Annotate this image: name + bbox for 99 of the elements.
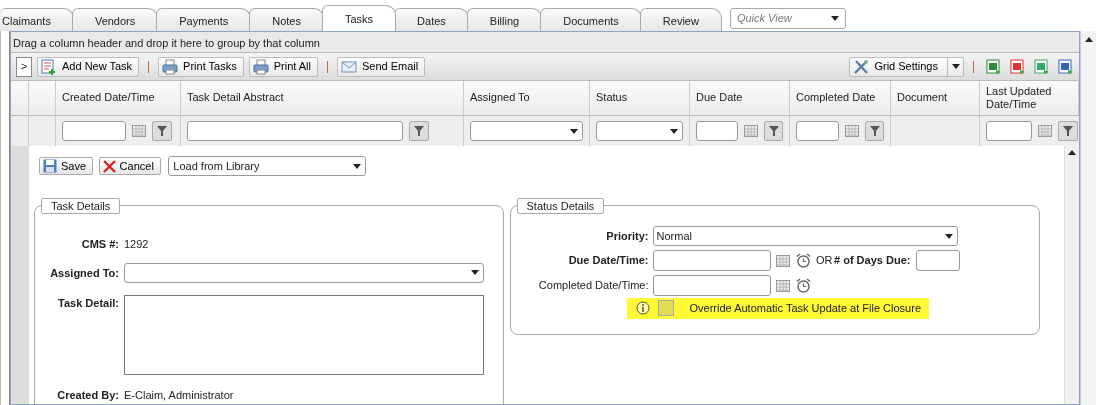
pdf-export-icon[interactable] xyxy=(1010,58,1026,75)
tab[interactable]: Notes xyxy=(249,8,324,31)
field-label: Task Detail: xyxy=(57,295,119,311)
column-header[interactable]: Last Updated Date/Time xyxy=(980,81,1079,116)
tab[interactable]: Payments xyxy=(156,8,252,31)
header-cell xyxy=(11,81,29,116)
caret-icon xyxy=(570,128,578,134)
column-header[interactable]: Created Date/Time xyxy=(56,81,181,116)
tab[interactable]: Tasks xyxy=(321,5,397,31)
caret-icon xyxy=(670,128,678,134)
field-label: Created By: xyxy=(56,387,119,403)
close-icon xyxy=(102,159,116,173)
alarm-clock-icon[interactable] xyxy=(795,253,811,268)
expand-button[interactable]: > xyxy=(16,56,32,77)
field-value: 1292 xyxy=(124,237,150,252)
scroll-up-arrow-icon[interactable] xyxy=(1084,37,1093,42)
toolbar-button[interactable]: Add New Task xyxy=(37,56,140,77)
printer-icon xyxy=(162,58,179,75)
column-header[interactable]: Assigned To xyxy=(464,81,590,116)
scrollbar[interactable] xyxy=(1064,146,1079,404)
caret-icon xyxy=(944,233,953,239)
toolbar-button[interactable]: Print All xyxy=(248,56,318,77)
library-dropdown[interactable]: Load from Library xyxy=(168,156,367,176)
cancel-button[interactable]: Cancel xyxy=(98,157,161,175)
filter-icon xyxy=(869,126,880,136)
save-button[interactable]: Save xyxy=(39,157,94,175)
tab[interactable]: Vendors xyxy=(71,8,159,31)
calendar-icon[interactable] xyxy=(132,125,146,137)
section-legend: Status Details xyxy=(516,198,605,214)
filter-button[interactable] xyxy=(152,121,172,141)
scroll-up-arrow-icon[interactable] xyxy=(1068,150,1076,155)
column-header[interactable]: Task Detail Abstract xyxy=(181,81,464,116)
checkbox-label: Override Automatic Task Update at File Closure xyxy=(689,301,921,316)
group-panel-hint: Drag a column header and drop it here to group by that column xyxy=(11,32,1079,53)
caret-icon xyxy=(353,163,362,169)
filter-button[interactable] xyxy=(409,121,429,141)
calendar-icon[interactable] xyxy=(845,125,860,137)
field-label: Due Date/Time: xyxy=(567,253,649,269)
calendar-icon[interactable] xyxy=(776,279,790,292)
filter-icon xyxy=(1063,126,1073,136)
filter-button[interactable] xyxy=(764,121,783,141)
caret-icon xyxy=(951,64,960,69)
field-value: E-Claim, Administrator xyxy=(124,387,235,403)
toolbar-button[interactable]: Print Tasks xyxy=(158,56,244,77)
filter-icon xyxy=(414,126,424,136)
word-export-icon[interactable] xyxy=(1058,58,1074,75)
tab[interactable]: Dates xyxy=(394,8,469,31)
assigned-to-dropdown[interactable] xyxy=(124,262,484,283)
filter-text-field[interactable] xyxy=(187,121,403,141)
grid-settings-button[interactable]: Grid Settings xyxy=(849,56,964,77)
section-legend: Task Details xyxy=(41,198,121,214)
tab[interactable]: Claimants xyxy=(0,8,74,31)
priority-dropdown[interactable]: Normal xyxy=(652,226,958,246)
days-due-field[interactable] xyxy=(915,250,960,271)
filter-button[interactable] xyxy=(865,121,884,141)
column-header[interactable]: Completed Date xyxy=(790,81,891,116)
tab[interactable]: Documents xyxy=(540,8,642,31)
date-field[interactable] xyxy=(652,275,771,296)
filter-cell xyxy=(11,116,29,146)
filter-date-field[interactable] xyxy=(62,121,126,141)
envelope-icon xyxy=(341,58,357,75)
excel-export-icon[interactable] xyxy=(986,58,1002,75)
filter-date-field[interactable] xyxy=(986,121,1032,141)
task-detail-textarea[interactable] xyxy=(124,294,484,375)
field-label: Completed Date/Time: xyxy=(537,278,649,294)
date-field[interactable] xyxy=(652,250,771,271)
calendar-icon[interactable] xyxy=(1038,125,1052,137)
calendar-icon[interactable] xyxy=(744,125,759,137)
filter-button[interactable] xyxy=(1058,121,1078,141)
column-header[interactable]: Due Date xyxy=(690,81,790,116)
field-label: # of Days Due: xyxy=(834,253,911,269)
caret-icon xyxy=(471,270,479,275)
field-label: Priority: xyxy=(605,228,649,244)
csv-export-icon[interactable] xyxy=(1034,58,1050,75)
filter-date-field[interactable] xyxy=(796,121,840,141)
alarm-clock-icon[interactable] xyxy=(795,278,811,293)
quick-view-dropdown[interactable]: Quick View xyxy=(729,8,846,29)
filter-icon xyxy=(157,126,167,136)
filter-dropdown[interactable] xyxy=(470,121,583,141)
field-label: CMS #: xyxy=(80,237,119,252)
filter-icon xyxy=(768,126,779,136)
tab[interactable]: Review xyxy=(639,8,722,31)
tab[interactable]: Billing xyxy=(466,8,543,31)
toolbar-button[interactable]: Send Email xyxy=(337,56,426,77)
or-text: OR xyxy=(816,253,833,269)
column-header[interactable]: Document xyxy=(891,81,980,116)
info-icon[interactable] xyxy=(635,301,650,316)
splitter-bar[interactable] xyxy=(0,31,10,405)
filter-dropdown[interactable] xyxy=(596,121,683,141)
document-plus-icon xyxy=(41,58,57,75)
scrollbar[interactable] xyxy=(1080,31,1096,405)
caret-icon xyxy=(830,16,839,21)
header-cell xyxy=(29,81,56,116)
field-label: Assigned To: xyxy=(49,265,119,281)
filter-date-field[interactable] xyxy=(696,121,739,141)
printer-icon xyxy=(252,58,269,75)
checkbox[interactable] xyxy=(657,300,674,317)
calendar-icon[interactable] xyxy=(776,254,790,267)
column-header[interactable]: Status xyxy=(590,81,690,116)
